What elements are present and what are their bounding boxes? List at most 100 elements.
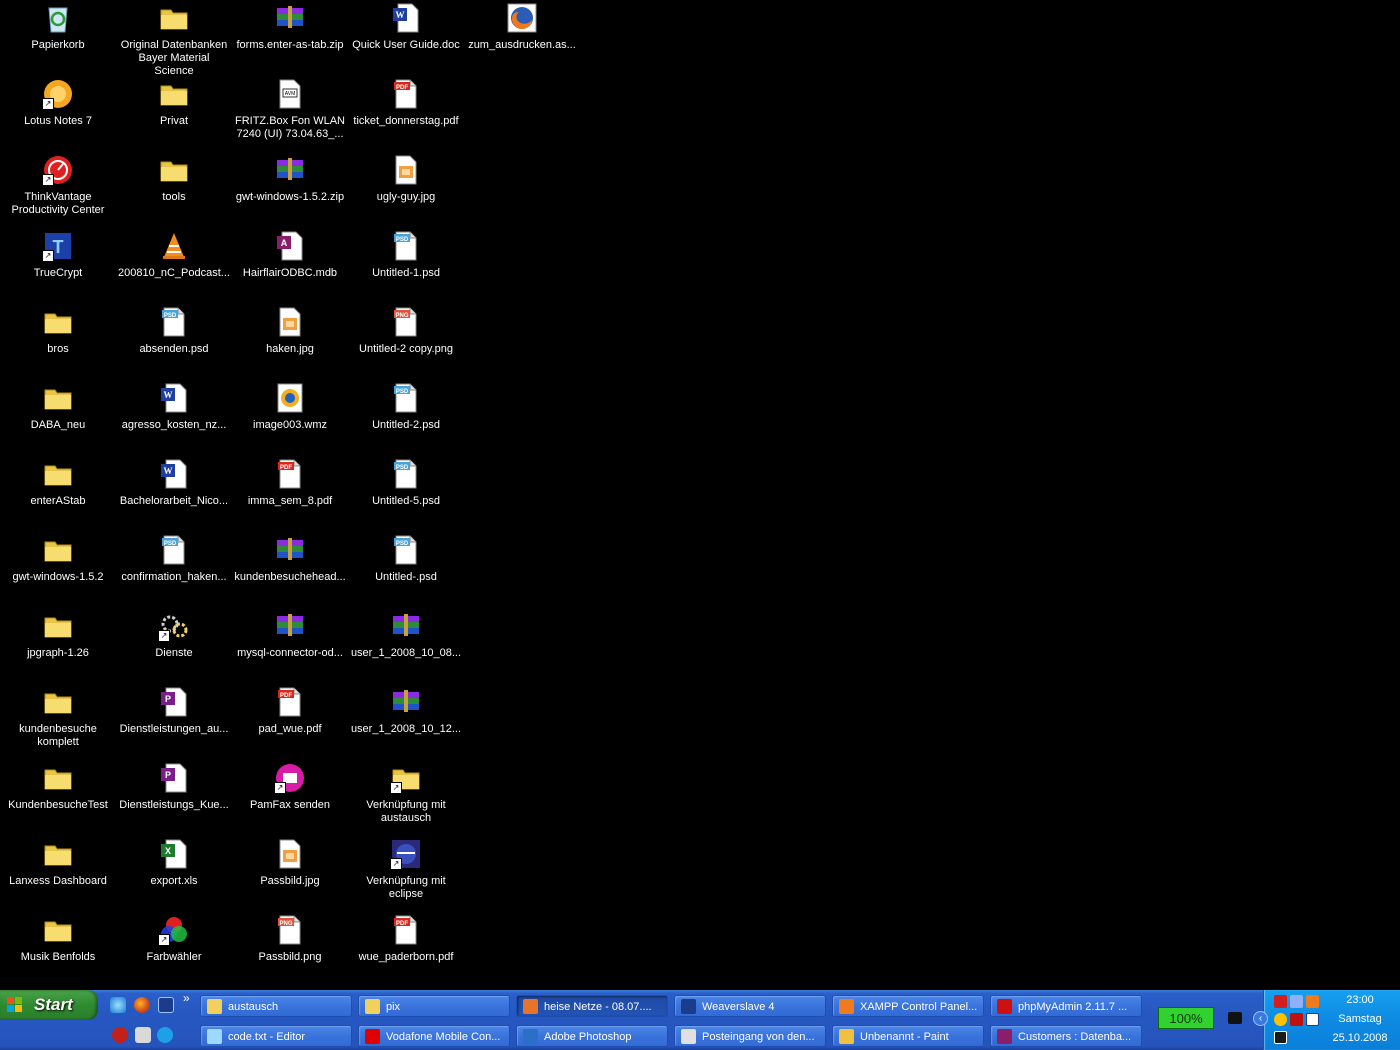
- desktop-icon[interactable]: W Bachelorarbeit_Nico...: [116, 458, 232, 508]
- start-button[interactable]: Start: [0, 990, 98, 1020]
- desktop-icon[interactable]: Original Datenbanken Bayer Material Scie…: [116, 2, 232, 78]
- desktop-icon-label: pad_wue.pdf: [258, 723, 322, 735]
- desktop-icon[interactable]: zum_ausdrucken.as...: [464, 2, 580, 52]
- taskbar-button[interactable]: XAMPP Control Panel...: [832, 995, 984, 1017]
- taskbar-button[interactable]: austausch: [200, 995, 352, 1017]
- desktop-icon[interactable]: A HairflairODBC.mdb: [232, 230, 348, 280]
- quicklaunch-chevron[interactable]: »: [183, 991, 190, 1005]
- taskbar-button[interactable]: Vodafone Mobile Con...: [358, 1025, 510, 1047]
- desktop-icon[interactable]: Passbild.jpg: [232, 838, 348, 888]
- network-icon[interactable]: [1290, 995, 1303, 1008]
- desktop-icon[interactable]: Musik Benfolds: [0, 914, 116, 964]
- desktop-icon[interactable]: PSD absenden.psd: [116, 306, 232, 356]
- clock-day[interactable]: Samstag: [1320, 1013, 1400, 1025]
- security-tray-icon[interactable]: [1290, 1013, 1303, 1026]
- psd-icon: PSD: [390, 458, 422, 490]
- power-plug-icon[interactable]: [1228, 1012, 1242, 1024]
- taskbar-button[interactable]: Adobe Photoshop: [516, 1025, 668, 1047]
- battery-indicator[interactable]: 100%: [1158, 1007, 1214, 1029]
- taskbar-button[interactable]: Posteingang von den...: [674, 1025, 826, 1047]
- desktop-icon[interactable]: user_1_2008_10_08...: [348, 610, 464, 660]
- taskbar-button[interactable]: pix: [358, 995, 510, 1017]
- desktop-icon[interactable]: enterAStab: [0, 458, 116, 508]
- desktop-icon[interactable]: ↗ Dienste: [116, 610, 232, 660]
- folder-icon: [158, 78, 190, 110]
- desktop-icon[interactable]: PDF wue_paderborn.pdf: [348, 914, 464, 964]
- desktop-icon[interactable]: Wagresso_kosten_nz...: [116, 382, 232, 432]
- svg-text:PSD: PSD: [396, 465, 409, 471]
- ie-icon[interactable]: [110, 997, 126, 1013]
- desktop-icon[interactable]: KundenbesucheTest: [0, 762, 116, 812]
- desktop-icon[interactable]: PDF imma_sem_8.pdf: [232, 458, 348, 508]
- taskbar-button[interactable]: Weaverslave 4: [674, 995, 826, 1017]
- desktop-icon[interactable]: haken.jpg: [232, 306, 348, 356]
- taskbar-button[interactable]: Unbenannt - Paint: [832, 1025, 984, 1047]
- clock-time[interactable]: 23:00: [1320, 994, 1400, 1006]
- desktop-icon[interactable]: Privat: [116, 78, 232, 128]
- printer-icon[interactable]: [135, 1027, 151, 1043]
- desktop-icon[interactable]: P Dienstleistungs_Kue...: [116, 762, 232, 812]
- weaverslave-icon[interactable]: [158, 997, 174, 1013]
- clock-date[interactable]: 25.10.2008: [1320, 1032, 1400, 1044]
- desktop-icon[interactable]: PSD Untitled-1.psd: [348, 230, 464, 280]
- chart-icon[interactable]: [1274, 995, 1287, 1008]
- xampp-tray-icon[interactable]: [1306, 995, 1319, 1008]
- skype-icon[interactable]: [157, 1027, 173, 1043]
- desktop-icon[interactable]: gwt-windows-1.5.2.zip: [232, 154, 348, 204]
- desktop-icon[interactable]: Xexport.xls: [116, 838, 232, 888]
- desktop-icon[interactable]: image003.wmz: [232, 382, 348, 432]
- desktop-icon[interactable]: PSD Untitled-2.psd: [348, 382, 464, 432]
- desktop-icon[interactable]: user_1_2008_10_12...: [348, 686, 464, 736]
- photoshop-icon: [523, 1029, 538, 1044]
- lotus-icon: ↗: [42, 78, 74, 110]
- desktop-icon[interactable]: forms.enter-as-tab.zip: [232, 2, 348, 52]
- desktop-icon[interactable]: AVM FRITZ.Box Fon WLAN 7240 (UI) 73.04.63…: [232, 78, 348, 141]
- desktop-icon[interactable]: ↗ Verknüpfung mit eclipse: [348, 838, 464, 901]
- desktop-icon-label: Untitled-5.psd: [372, 495, 440, 507]
- taskbar-button[interactable]: phpMyAdmin 2.11.7 ...: [990, 995, 1142, 1017]
- desktop-icon[interactable]: T ↗ TrueCrypt: [0, 230, 116, 280]
- display-tray-icon[interactable]: [1274, 1031, 1287, 1044]
- firefox-icon[interactable]: [134, 997, 150, 1013]
- mail-icon: [681, 1029, 696, 1044]
- desktop-icon[interactable]: tools: [116, 154, 232, 204]
- desktop-icon[interactable]: Papierkorb: [0, 2, 116, 52]
- folder-icon: [42, 914, 74, 946]
- desktop-icon[interactable]: Lanxess Dashboard: [0, 838, 116, 888]
- acrobat-icon[interactable]: [112, 1027, 128, 1043]
- desktop-icon[interactable]: kundenbesuche komplett: [0, 686, 116, 749]
- desktop-icon[interactable]: PSD confirmation_haken...: [116, 534, 232, 584]
- desktop-icon-label: Bachelorarbeit_Nico...: [119, 495, 229, 507]
- taskbar-button[interactable]: code.txt - Editor: [200, 1025, 352, 1047]
- desktop-icon[interactable]: PSD Untitled-.psd: [348, 534, 464, 584]
- desktop-icon[interactable]: mysql-connector-od...: [232, 610, 348, 660]
- desktop-icon[interactable]: PDF pad_wue.pdf: [232, 686, 348, 736]
- desktop-icon[interactable]: PNG Untitled-2 copy.png: [348, 306, 464, 356]
- desktop-icon-label: ThinkVantage Productivity Center: [11, 191, 105, 216]
- shortcut-arrow-icon: ↗: [42, 250, 54, 262]
- desktop-icon[interactable]: PSD Untitled-5.psd: [348, 458, 464, 508]
- desktop-icon[interactable]: ↗ Verknüpfung mit austausch: [348, 762, 464, 825]
- desktop-icon[interactable]: PNG Passbild.png: [232, 914, 348, 964]
- desktop-icon[interactable]: ugly-guy.jpg: [348, 154, 464, 204]
- desktop-icon[interactable]: kundenbesuchehead...: [232, 534, 348, 584]
- desktop-icon[interactable]: bros: [0, 306, 116, 356]
- desktop-icon[interactable]: PDF ticket_donnerstag.pdf: [348, 78, 464, 128]
- desktop-icon[interactable]: W Quick User Guide.doc: [348, 2, 464, 52]
- shield-icon[interactable]: [1306, 1013, 1319, 1026]
- desktop-icon[interactable]: 200810_nC_Podcast...: [116, 230, 232, 280]
- desktop-icon[interactable]: jpgraph-1.26: [0, 610, 116, 660]
- lotus-tray-icon[interactable]: [1274, 1013, 1287, 1026]
- desktop-icon[interactable]: ↗ PamFax senden: [232, 762, 348, 812]
- desktop-icon[interactable]: ↗ ThinkVantage Productivity Center: [0, 154, 116, 217]
- desktop-icon[interactable]: gwt-windows-1.5.2: [0, 534, 116, 584]
- desktop-icon[interactable]: P Dienstleistungen_au...: [116, 686, 232, 736]
- desktop-icon[interactable]: ↗ Lotus Notes 7: [0, 78, 116, 128]
- xls-icon: X: [158, 838, 190, 870]
- shortcut-arrow-icon: ↗: [390, 782, 402, 794]
- desktop-icon[interactable]: DABA_neu: [0, 382, 116, 432]
- taskbar-button[interactable]: Customers : Datenba...: [990, 1025, 1142, 1047]
- taskbar-button[interactable]: heise Netze - 08.07....: [516, 995, 668, 1017]
- desktop-icon[interactable]: ↗ Farbwähler: [116, 914, 232, 964]
- tray-expand-icon[interactable]: ‹: [1253, 1011, 1268, 1026]
